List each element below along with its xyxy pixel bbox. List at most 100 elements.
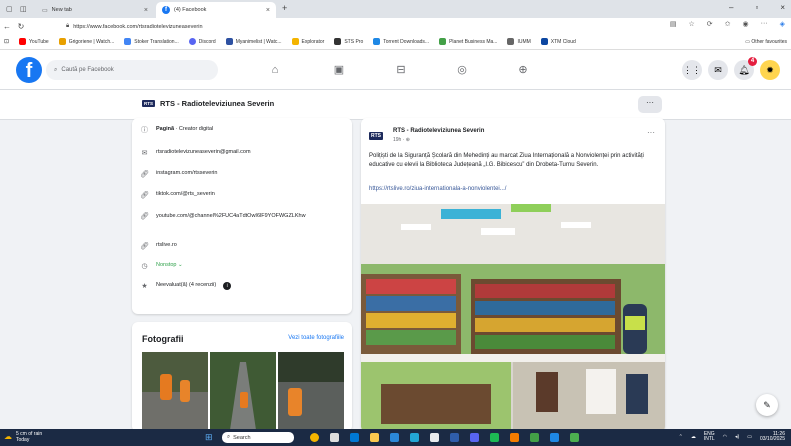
page-name[interactable]: RTS RTS - Radioteleviziunea Severin bbox=[142, 99, 274, 108]
file-explorer-icon[interactable] bbox=[370, 433, 379, 442]
post-author[interactable]: RTS - Radioteleviziunea Severin bbox=[393, 128, 484, 134]
tab-new-tab[interactable]: ▭ New tab × bbox=[36, 2, 154, 18]
new-tab-button[interactable]: + bbox=[282, 3, 287, 13]
language-indicator[interactable]: ENG INTL bbox=[704, 432, 715, 442]
email-row: ✉ rtsradiotelevizuneaseverin@gmail.com bbox=[141, 149, 251, 157]
photo-thumbnail[interactable] bbox=[278, 352, 344, 430]
bookmark-item[interactable]: Explorator bbox=[291, 38, 324, 45]
other-favorites[interactable]: ▭ Other favourites bbox=[745, 39, 791, 45]
post-avatar-icon[interactable]: RTS bbox=[369, 132, 383, 140]
maximize-icon[interactable]: ▫ bbox=[755, 3, 758, 12]
close-tab-icon[interactable]: × bbox=[266, 7, 270, 14]
url-text: https://www.facebook.com/rtsradioteleviz… bbox=[73, 23, 203, 30]
photos-card: Fotografii Vezi toate fotografiile bbox=[132, 322, 352, 432]
discord-icon[interactable] bbox=[470, 433, 479, 442]
tab-label: New tab bbox=[51, 7, 72, 13]
refresh-icon[interactable]: ↻ bbox=[14, 22, 28, 31]
profile-avatar[interactable]: ✹ bbox=[760, 60, 780, 80]
edit-icon: ✎ bbox=[763, 400, 771, 410]
bookmark-item[interactable]: Grigoriene | Watch... bbox=[58, 38, 114, 45]
photo-thumbnail[interactable] bbox=[142, 352, 208, 430]
hours-dropdown[interactable]: Nonstop ⌄ bbox=[156, 262, 183, 268]
bookmark-item[interactable]: Stoker Translation... bbox=[124, 38, 179, 45]
bookmark-youtube[interactable]: YouTube bbox=[19, 38, 49, 45]
bookmark-item[interactable]: Planet Business Ma... bbox=[439, 38, 497, 45]
wifi-icon[interactable]: ◠ bbox=[723, 434, 727, 440]
close-window-icon[interactable]: × bbox=[780, 3, 785, 12]
copilot-icon[interactable]: ◈ bbox=[780, 20, 785, 28]
photos-title: Fotografii bbox=[142, 334, 184, 344]
compose-edit-button[interactable]: ✎ bbox=[756, 394, 778, 416]
see-all-photos-link[interactable]: Vezi toate fotografiile bbox=[288, 335, 344, 341]
store-icon[interactable] bbox=[390, 433, 399, 442]
app-icon[interactable] bbox=[430, 433, 439, 442]
refresh-alt-icon[interactable]: ⟳ bbox=[707, 20, 713, 28]
favorites-icon[interactable]: ✩ bbox=[725, 20, 731, 28]
widgets-icon[interactable] bbox=[310, 433, 319, 442]
app-icon[interactable] bbox=[550, 433, 559, 442]
gaming-icon[interactable]: ⊕ bbox=[516, 63, 530, 77]
bookmarks-bar: ⊡ YouTube Grigoriene | Watch... Stoker T… bbox=[0, 34, 791, 50]
battery-icon[interactable]: ▭ bbox=[747, 434, 752, 440]
bookmark-item[interactable]: STS Pro bbox=[334, 38, 363, 45]
task-view-icon[interactable] bbox=[330, 433, 339, 442]
clock[interactable]: 11:26 03/10/2025 bbox=[760, 432, 785, 442]
reader-view-icon[interactable]: ▤ bbox=[670, 20, 677, 28]
windows-start-icon[interactable]: ⊞ bbox=[205, 432, 213, 443]
app-icon[interactable] bbox=[410, 433, 419, 442]
tiktok-row: 🔗︎ tiktok.com/@rts_severin bbox=[140, 191, 215, 199]
tab-facebook[interactable]: f (4) Facebook × bbox=[156, 2, 276, 18]
bookmark-item[interactable]: Torrent Downloads... bbox=[373, 38, 429, 45]
favorite-star-icon[interactable]: ☆ bbox=[688, 20, 694, 28]
marketplace-icon[interactable]: ⊟ bbox=[394, 63, 408, 77]
back-icon[interactable]: ← bbox=[0, 22, 14, 31]
star-icon: ★ bbox=[141, 283, 148, 290]
apps-icon[interactable]: ⊡ bbox=[4, 38, 9, 45]
lock-icon: 🔒︎ bbox=[66, 23, 70, 29]
video-icon[interactable]: ▣ bbox=[332, 63, 346, 77]
menu-dots-icon[interactable]: ··· bbox=[761, 20, 768, 28]
volume-icon[interactable]: ◂) bbox=[735, 434, 739, 440]
bookmark-item[interactable]: Myanimelist | Watc... bbox=[225, 38, 282, 45]
facebook-search-input[interactable]: ⌕ Caută pe Facebook bbox=[46, 60, 218, 80]
workspaces-icon[interactable]: ▢ bbox=[6, 5, 13, 13]
post-image[interactable] bbox=[361, 204, 665, 432]
facebook-logo-icon[interactable]: f bbox=[16, 57, 42, 83]
info-circle-icon[interactable]: i bbox=[223, 282, 232, 290]
app-icon[interactable] bbox=[450, 433, 459, 442]
photo-thumbnail[interactable] bbox=[210, 352, 276, 430]
bookmark-item[interactable]: IUMM bbox=[507, 38, 531, 45]
search-icon: ⌕ bbox=[54, 66, 58, 73]
notifications-bell-icon[interactable]: 🔔︎ 4 bbox=[734, 57, 757, 80]
clock-icon: ◷ bbox=[141, 263, 148, 270]
weather-icon: ☁ bbox=[4, 432, 12, 441]
windows-taskbar: ☁ 5 cm of rain Today ⊞ ⌕ Search ⌃ ☁ ENG I… bbox=[0, 429, 791, 446]
website-row: 🔗︎ rtslive.ro bbox=[140, 242, 177, 250]
bookmark-item[interactable]: XTM Cloud bbox=[540, 38, 576, 45]
post-more-icon[interactable]: ··· bbox=[647, 128, 655, 137]
app-icon[interactable] bbox=[570, 433, 579, 442]
close-tab-icon[interactable]: × bbox=[144, 7, 148, 14]
home-icon[interactable]: ⌂ bbox=[268, 63, 282, 77]
groups-icon[interactable]: ◎ bbox=[455, 63, 469, 77]
app-icon[interactable] bbox=[490, 433, 499, 442]
post-link[interactable]: https://rtslive.ro/ziua-internationala-a… bbox=[369, 186, 506, 192]
app-icon[interactable] bbox=[530, 433, 539, 442]
profile-icon[interactable]: ◉ bbox=[743, 20, 749, 28]
app-icon[interactable] bbox=[510, 433, 519, 442]
minimize-icon[interactable]: – bbox=[729, 3, 733, 12]
page-more-button[interactable]: ··· bbox=[638, 96, 662, 113]
bookmark-icon bbox=[124, 38, 132, 45]
tab-actions-icon[interactable]: ◫ bbox=[20, 5, 27, 13]
menu-grid-icon[interactable]: ⋮⋮ bbox=[682, 60, 702, 80]
bookmark-icon bbox=[291, 38, 299, 45]
taskbar-search[interactable]: ⌕ Search bbox=[222, 432, 294, 443]
photo-thumbnail-image bbox=[142, 352, 208, 430]
messenger-icon[interactable]: ✉ bbox=[708, 60, 728, 80]
chevron-up-icon[interactable]: ⌃ bbox=[679, 434, 683, 440]
onedrive-icon[interactable]: ☁ bbox=[691, 434, 696, 440]
weather-widget[interactable]: 5 cm of rain Today bbox=[16, 431, 42, 443]
bookmark-discord[interactable]: Discord bbox=[188, 38, 216, 45]
url-field[interactable]: 🔒︎ https://www.facebook.com/rtsradiotele… bbox=[66, 21, 626, 32]
edge-icon[interactable] bbox=[350, 433, 359, 442]
